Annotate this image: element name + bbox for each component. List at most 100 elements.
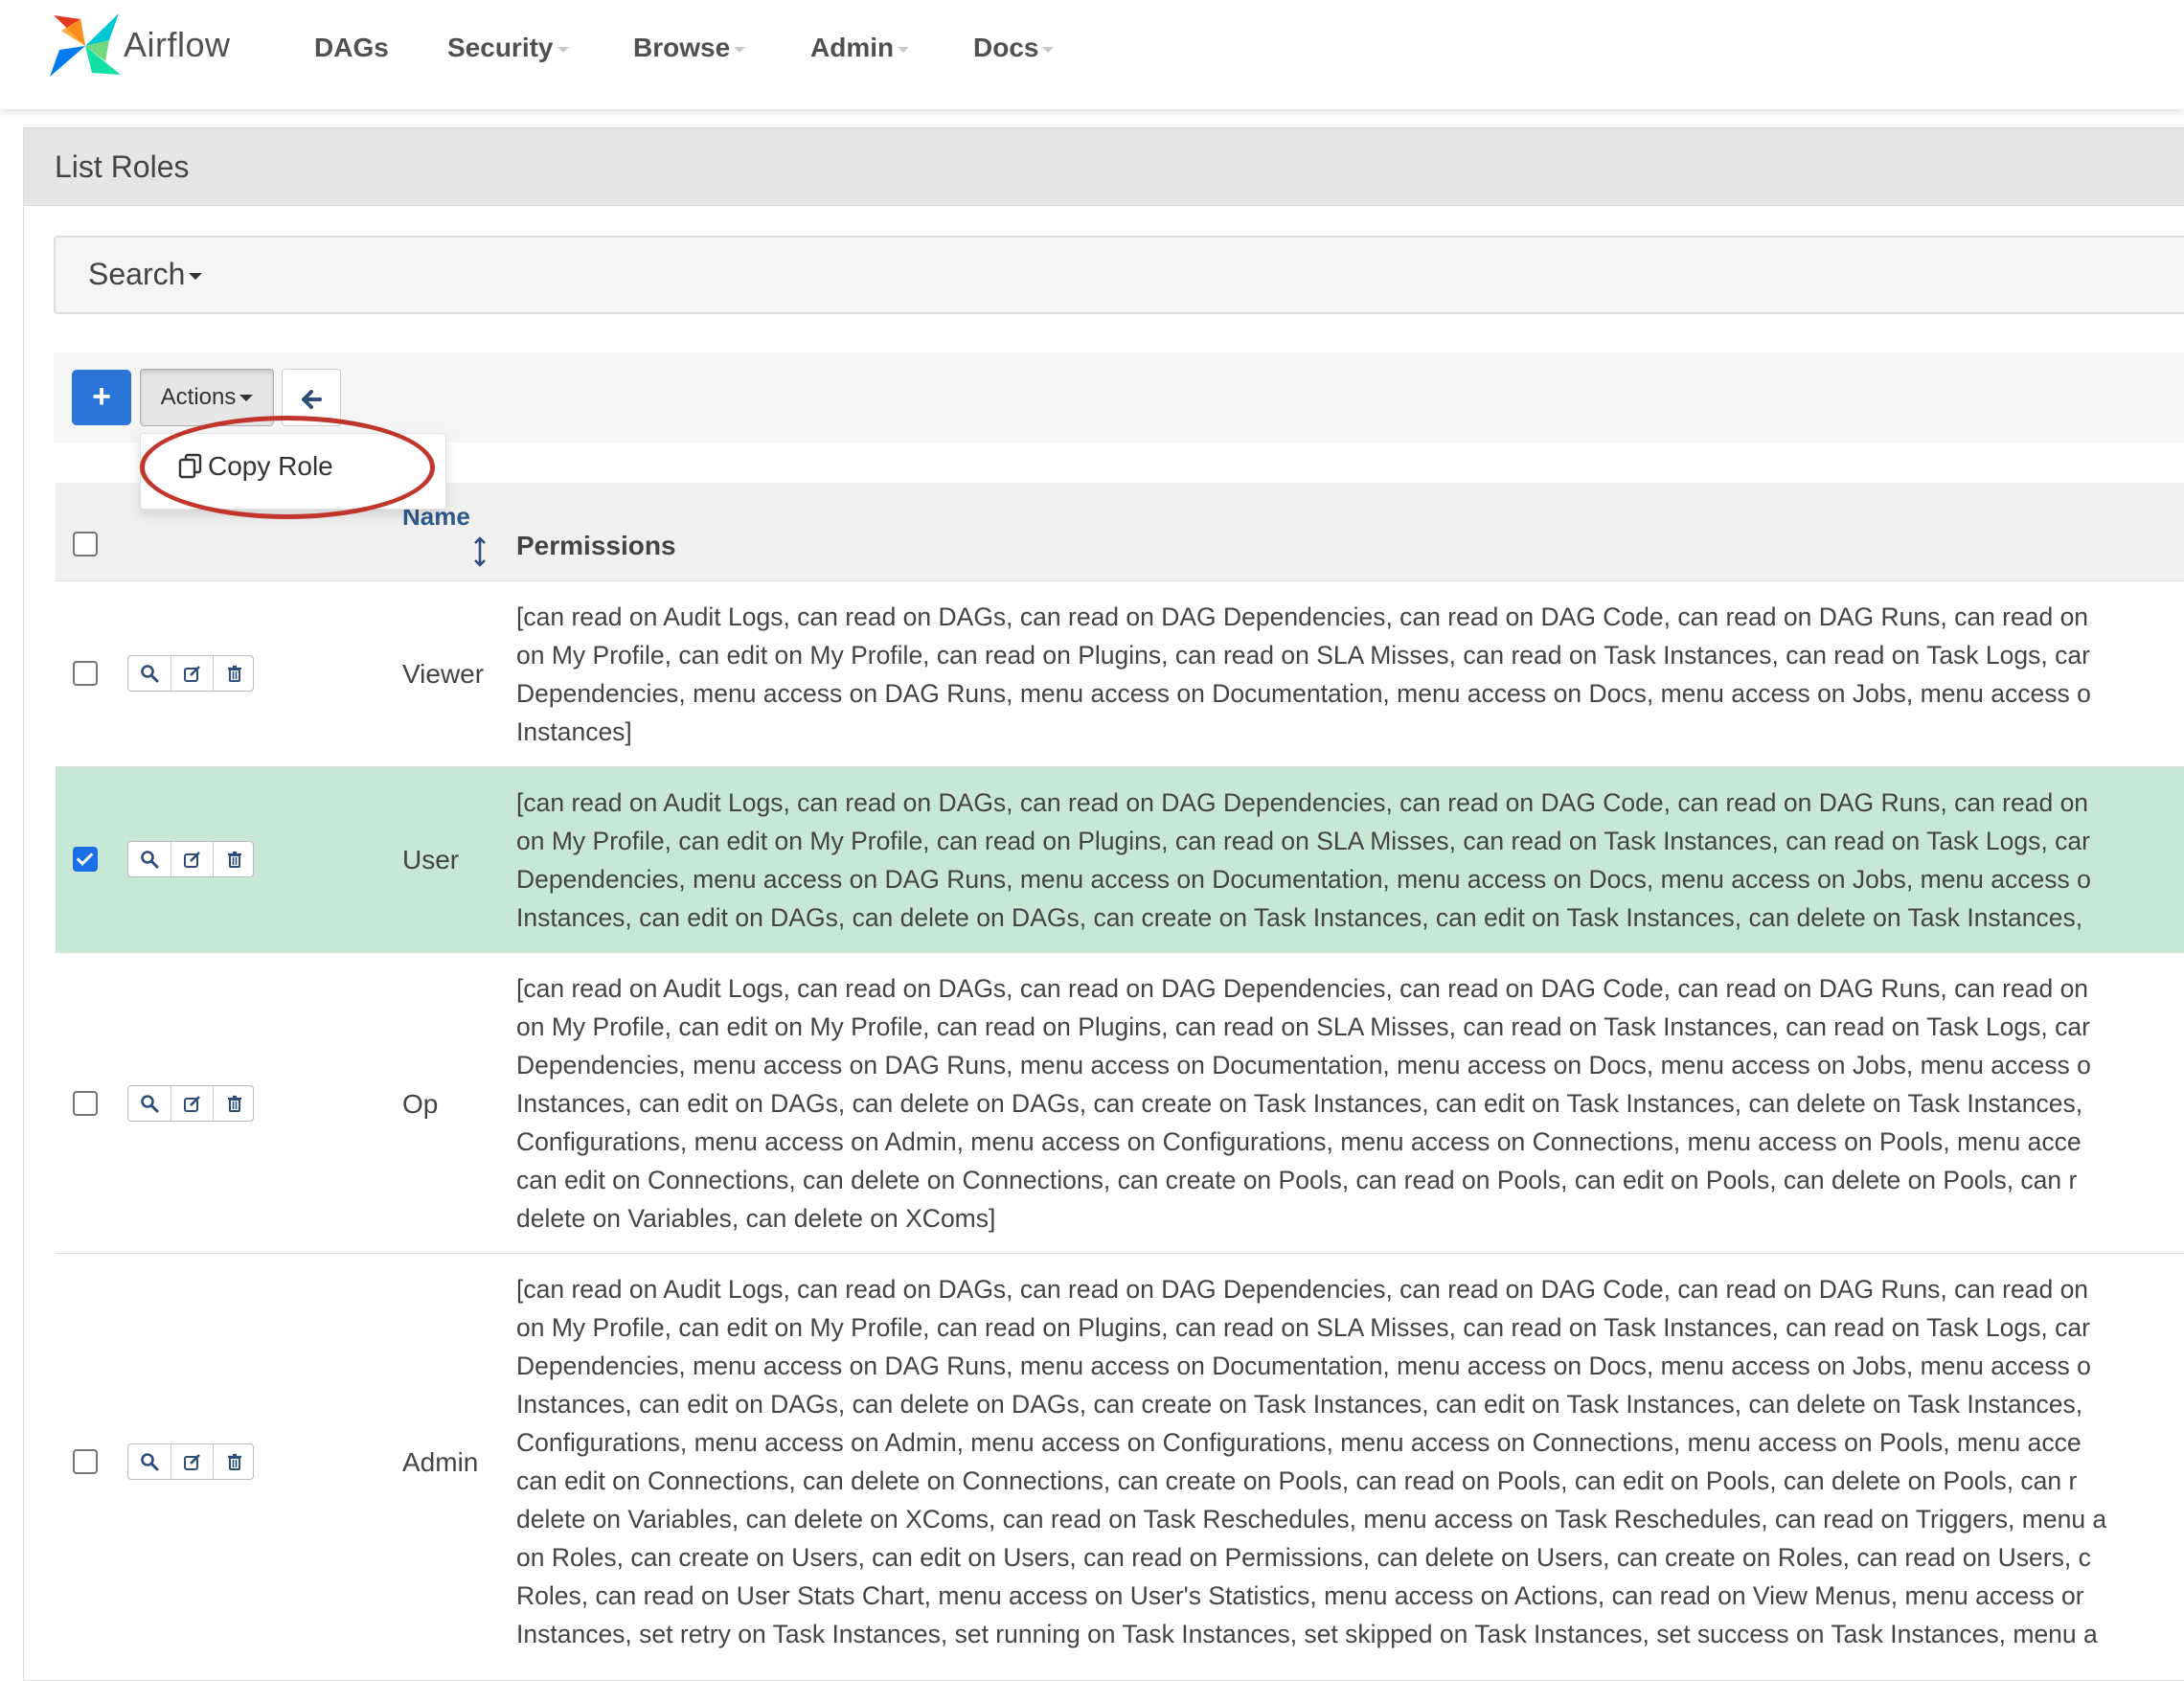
nav-docs-label: Docs bbox=[973, 33, 1039, 62]
permission-line: on Roles, can create on Users, can edit … bbox=[516, 1543, 2091, 1572]
copy-role-menu-item[interactable]: Copy Role bbox=[177, 451, 333, 482]
search-icon bbox=[141, 851, 159, 869]
permission-line: [can read on Audit Logs, can read on DAG… bbox=[516, 1275, 2089, 1304]
permission-line: Dependencies, menu access on DAG Runs, m… bbox=[516, 865, 2091, 894]
permission-line: delete on Variables, can delete on XComs… bbox=[516, 1204, 996, 1233]
copy-role-label: Copy Role bbox=[208, 451, 333, 481]
permission-line: Instances, set retry on Task Instances, … bbox=[516, 1620, 2098, 1648]
row-checkbox[interactable] bbox=[73, 1091, 98, 1116]
row-checkbox[interactable] bbox=[73, 661, 98, 686]
role-permissions: [can read on Audit Logs, can read on DAG… bbox=[516, 598, 2184, 751]
role-name: User bbox=[402, 845, 460, 875]
permission-line: Roles, can read on User Stats Chart, men… bbox=[516, 1581, 2084, 1610]
role-name: Op bbox=[402, 1089, 439, 1119]
permission-line: on My Profile, can edit on My Profile, c… bbox=[516, 1313, 2090, 1342]
top-navbar: Airflow DAGs Security Browse Admin Docs bbox=[0, 0, 2184, 109]
airflow-logo[interactable] bbox=[48, 11, 123, 80]
nav-admin-label: Admin bbox=[810, 33, 895, 62]
edit-record-button[interactable] bbox=[171, 1444, 214, 1479]
page-title: List Roles bbox=[55, 149, 190, 184]
permission-line: Instances, can edit on DAGs, can delete … bbox=[516, 1089, 2083, 1118]
role-name: Viewer bbox=[402, 659, 485, 689]
permission-line: Dependencies, menu access on DAG Runs, m… bbox=[516, 679, 2091, 708]
actions-dropdown-button[interactable]: Actions bbox=[140, 369, 274, 426]
search-dropdown-toggle[interactable]: Search bbox=[88, 257, 203, 292]
permission-line: on My Profile, can edit on My Profile, c… bbox=[516, 827, 2090, 855]
role-permissions: [can read on Audit Logs, can read on DAG… bbox=[516, 784, 2184, 937]
permission-line: can edit on Connections, can delete on C… bbox=[516, 1466, 2078, 1495]
permission-line: delete on Variables, can delete on XComs… bbox=[516, 1505, 2107, 1533]
panel-header: List Roles bbox=[24, 128, 2184, 206]
nav-docs[interactable]: Docs bbox=[973, 33, 1055, 63]
caret-down-icon bbox=[189, 273, 203, 281]
trash-icon bbox=[228, 851, 241, 868]
permission-line: on My Profile, can edit on My Profile, c… bbox=[516, 1012, 2090, 1041]
add-role-button[interactable]: + bbox=[72, 370, 131, 425]
chevron-down-icon bbox=[734, 46, 746, 53]
arrow-left-icon bbox=[302, 389, 322, 409]
permission-line: can edit on Connections, can delete on C… bbox=[516, 1166, 2078, 1194]
chevron-down-icon bbox=[898, 46, 910, 53]
delete-record-button[interactable] bbox=[213, 842, 256, 876]
permission-line: Configurations, menu access on Admin, me… bbox=[516, 1127, 2082, 1156]
nav-dags-label: DAGs bbox=[314, 33, 389, 62]
show-record-button[interactable] bbox=[128, 1444, 171, 1479]
select-all-checkbox[interactable] bbox=[73, 532, 98, 557]
actions-label: Actions bbox=[160, 384, 237, 410]
delete-record-button[interactable] bbox=[213, 1444, 256, 1479]
permission-line: Instances, can edit on DAGs, can delete … bbox=[516, 903, 2083, 932]
nav-security[interactable]: Security bbox=[447, 33, 569, 63]
edit-icon bbox=[184, 1096, 200, 1112]
show-record-button[interactable] bbox=[128, 1086, 171, 1121]
edit-record-button[interactable] bbox=[171, 842, 214, 876]
edit-icon bbox=[184, 666, 200, 682]
nav-browse[interactable]: Browse bbox=[633, 33, 746, 63]
edit-record-button[interactable] bbox=[171, 1086, 214, 1121]
nav-admin[interactable]: Admin bbox=[810, 33, 910, 63]
delete-record-button[interactable] bbox=[213, 656, 256, 691]
trash-icon bbox=[228, 665, 241, 682]
actions-menu: Copy Role bbox=[140, 433, 446, 510]
search-label: Search bbox=[88, 257, 186, 291]
permission-line: Instances, can edit on DAGs, can delete … bbox=[516, 1390, 2083, 1419]
trash-icon bbox=[228, 1095, 241, 1112]
row-checkbox[interactable] bbox=[73, 1449, 98, 1474]
nav-browse-label: Browse bbox=[633, 33, 731, 62]
permission-line: [can read on Audit Logs, can read on DAG… bbox=[516, 974, 2089, 1003]
show-record-button[interactable] bbox=[128, 656, 171, 691]
permission-line: Dependencies, menu access on DAG Runs, m… bbox=[516, 1051, 2091, 1079]
sort-icon[interactable] bbox=[473, 536, 487, 567]
permission-line: [can read on Audit Logs, can read on DAG… bbox=[516, 788, 2089, 817]
permission-line: [can read on Audit Logs, can read on DAG… bbox=[516, 602, 2089, 631]
role-permissions: [can read on Audit Logs, can read on DAG… bbox=[516, 1270, 2184, 1653]
edit-icon bbox=[184, 1454, 200, 1470]
search-icon bbox=[141, 665, 159, 683]
trash-icon bbox=[228, 1453, 241, 1470]
brand-name[interactable]: Airflow bbox=[124, 25, 231, 65]
delete-record-button[interactable] bbox=[213, 1086, 256, 1121]
row-action-buttons bbox=[127, 1443, 254, 1480]
edit-icon bbox=[184, 852, 200, 868]
row-action-buttons bbox=[127, 655, 254, 692]
permission-line: Configurations, menu access on Admin, me… bbox=[516, 1428, 2082, 1457]
show-record-button[interactable] bbox=[128, 842, 171, 876]
search-icon bbox=[141, 1453, 159, 1471]
search-icon bbox=[141, 1095, 159, 1113]
chevron-down-icon bbox=[1042, 46, 1055, 53]
edit-record-button[interactable] bbox=[171, 656, 214, 691]
back-button[interactable] bbox=[282, 369, 341, 426]
toolbar bbox=[54, 352, 2184, 443]
permission-line: Instances] bbox=[516, 717, 632, 746]
column-header-permissions: Permissions bbox=[516, 531, 676, 560]
permission-line: Dependencies, menu access on DAG Runs, m… bbox=[516, 1352, 2091, 1380]
role-name: Admin bbox=[402, 1447, 479, 1477]
copy-icon bbox=[178, 453, 202, 479]
caret-down-icon bbox=[239, 395, 254, 402]
row-action-buttons bbox=[127, 841, 254, 877]
row-checkbox[interactable] bbox=[73, 847, 98, 872]
row-action-buttons bbox=[127, 1085, 254, 1122]
nav-security-label: Security bbox=[447, 33, 554, 62]
nav-dags[interactable]: DAGs bbox=[314, 33, 389, 63]
permission-line: on My Profile, can edit on My Profile, c… bbox=[516, 641, 2090, 670]
role-permissions: [can read on Audit Logs, can read on DAG… bbox=[516, 969, 2184, 1238]
